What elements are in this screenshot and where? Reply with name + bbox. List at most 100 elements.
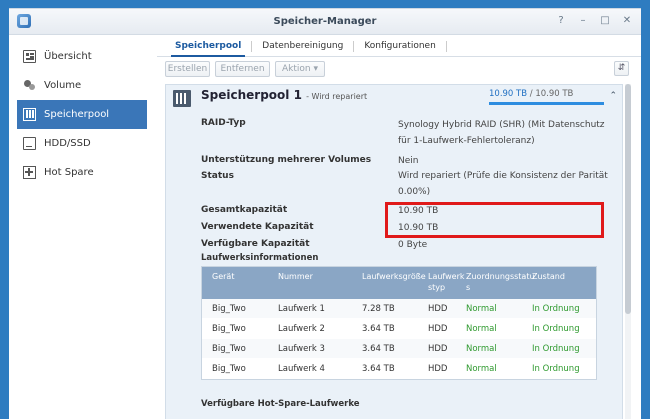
cell-size: 3.64 TB [362, 364, 395, 374]
overview-icon [23, 50, 36, 63]
cell-assignment: Normal [466, 344, 497, 354]
cell-assignment: Normal [466, 364, 497, 374]
sidebar: Übersicht Volume Speicherpool HDD/SSD Ho… [9, 36, 149, 419]
action-dropdown-button[interactable]: Aktion ▾ [275, 61, 325, 77]
property-label: Gesamtkapazität [201, 205, 288, 215]
window-title: Speicher-Manager [273, 16, 377, 27]
property-label: Verwendete Kapazität [201, 222, 314, 232]
drives-section-title: Laufwerksinformationen [201, 253, 319, 263]
cell-device: Big_Two [212, 324, 246, 334]
table-row[interactable]: Big_Two Laufwerk 1 7.28 TB HDD Normal In Ordn… [202, 299, 596, 319]
maximize-icon[interactable]: □ [599, 15, 611, 27]
capacity-bar [489, 102, 604, 105]
cell-number: Laufwerk 3 [278, 344, 325, 354]
tab-data-scrubbing[interactable]: Datenbereinigung [252, 36, 353, 56]
column-header-type-line2: styp [428, 283, 446, 292]
tab-configurations[interactable]: Konfigurationen [354, 36, 445, 56]
sidebar-item-storage-pool[interactable]: Speicherpool [17, 100, 147, 129]
column-header-assignment[interactable]: Zuordnungsstatu s [466, 271, 535, 293]
sidebar-item-overview[interactable]: Übersicht [9, 42, 149, 71]
pool-status-subtitle: - Wird repariert [306, 92, 368, 101]
capacity-total: / 10.90 TB [529, 89, 574, 99]
scrollbar[interactable] [625, 84, 631, 419]
column-header-state[interactable]: Zustand [532, 271, 565, 282]
sort-icon[interactable]: ⇵ [614, 61, 629, 76]
scrollbar-thumb[interactable] [625, 84, 631, 314]
drive-table: Gerät Nummer Laufwerksgröße Laufwerk sty… [201, 266, 597, 380]
cell-state: In Ordnung [532, 304, 580, 314]
cell-type: HDD [428, 364, 448, 374]
cell-type: HDD [428, 304, 448, 314]
create-button[interactable]: Erstellen [165, 61, 210, 77]
property-label: Unterstützung mehrerer Volumes [201, 155, 372, 165]
tab-divider [445, 41, 447, 52]
title-bar: Speicher-Manager ? – □ ✕ [9, 9, 641, 35]
status-highlight-box [385, 202, 604, 238]
cell-number: Laufwerk 2 [278, 324, 325, 334]
property-label: Verfügbare Kapazität [201, 239, 310, 249]
minimize-icon[interactable]: – [577, 15, 589, 27]
column-header-type-line1: Laufwerk [428, 272, 465, 281]
sidebar-item-hot-spare[interactable]: Hot Spare [9, 158, 149, 187]
capacity-text: 10.90 TB / 10.90 TB [489, 89, 573, 99]
cell-type: HDD [428, 344, 448, 354]
column-header-device[interactable]: Gerät [212, 271, 234, 282]
table-row[interactable]: Big_Two Laufwerk 2 3.64 TB HDD Normal In Ordn… [202, 319, 596, 339]
close-icon[interactable]: ✕ [621, 15, 633, 27]
sidebar-item-label: Speicherpool [44, 109, 110, 120]
cell-device: Big_Two [212, 364, 246, 374]
table-row[interactable]: Big_Two Laufwerk 4 3.64 TB HDD Normal In Ordn… [202, 359, 596, 379]
column-header-assignment-line1: Zuordnungsstatu [466, 272, 535, 281]
property-value: 0 Byte [398, 240, 428, 250]
cell-state: In Ordnung [532, 324, 580, 334]
pool-header[interactable]: Speicherpool 1 - Wird repariert 10.90 TB… [166, 85, 622, 113]
cell-number: Laufwerk 1 [278, 304, 325, 314]
hot-spare-icon [23, 166, 36, 179]
hdd-icon [23, 137, 36, 150]
capacity-used: 10.90 TB [489, 89, 528, 99]
sidebar-item-label: HDD/SSD [44, 138, 91, 149]
cell-assignment: Normal [466, 304, 497, 314]
tab-bar: Speicherpool Datenbereinigung Konfigurat… [157, 36, 641, 57]
cell-type: HDD [428, 324, 448, 334]
remove-button[interactable]: Entfernen [215, 61, 270, 77]
toolbar: Erstellen Entfernen Aktion ▾ ⇵ [157, 57, 641, 81]
capacity-bar-fill [489, 102, 604, 105]
table-row[interactable]: Big_Two Laufwerk 3 3.64 TB HDD Normal In Ordn… [202, 339, 596, 359]
column-header-number[interactable]: Nummer [278, 271, 313, 282]
sidebar-item-hdd-ssd[interactable]: HDD/SSD [9, 129, 149, 158]
chevron-up-icon[interactable]: ⌃ [609, 91, 617, 101]
hot-spare-section-title: Verfügbare Hot-Spare-Laufwerke [201, 399, 360, 409]
cell-device: Big_Two [212, 304, 246, 314]
cell-device: Big_Two [212, 344, 246, 354]
column-header-type[interactable]: Laufwerk styp [428, 271, 465, 293]
sidebar-item-volume[interactable]: Volume [9, 71, 149, 100]
storage-manager-window: Speicher-Manager ? – □ ✕ Übersicht Volum… [9, 8, 641, 419]
volume-icon [23, 79, 36, 92]
property-value: Synology Hybrid RAID (SHR) (Mit Datensch… [398, 120, 605, 146]
cell-size: 7.28 TB [362, 304, 395, 314]
column-header-size[interactable]: Laufwerksgröße [362, 271, 426, 282]
property-value: Nein [398, 156, 419, 166]
status-value: Wird repariert (Prüfe die Konsistenz der… [398, 171, 608, 197]
storage-pool-large-icon [173, 90, 191, 107]
pool-title: Speicherpool 1 [201, 88, 302, 102]
cell-size: 3.64 TB [362, 324, 395, 334]
cell-state: In Ordnung [532, 364, 580, 374]
cell-state: In Ordnung [532, 344, 580, 354]
property-label: RAID-Typ [201, 118, 246, 128]
sidebar-item-label: Übersicht [44, 51, 92, 62]
main-content: Speicherpool Datenbereinigung Konfigurat… [157, 36, 641, 419]
cell-assignment: Normal [466, 324, 497, 334]
help-icon[interactable]: ? [555, 15, 567, 27]
storage-pool-panel: Speicherpool 1 - Wird repariert 10.90 TB… [165, 84, 623, 419]
tab-storage-pool[interactable]: Speicherpool [165, 36, 251, 57]
storage-pool-icon [23, 108, 36, 121]
sidebar-item-label: Hot Spare [44, 167, 94, 178]
cell-number: Laufwerk 4 [278, 364, 325, 374]
sidebar-item-label: Volume [44, 80, 82, 91]
cell-size: 3.64 TB [362, 344, 395, 354]
table-header: Gerät Nummer Laufwerksgröße Laufwerk sty… [202, 267, 596, 299]
column-header-assignment-line2: s [466, 283, 471, 292]
property-label: Status [201, 171, 234, 181]
